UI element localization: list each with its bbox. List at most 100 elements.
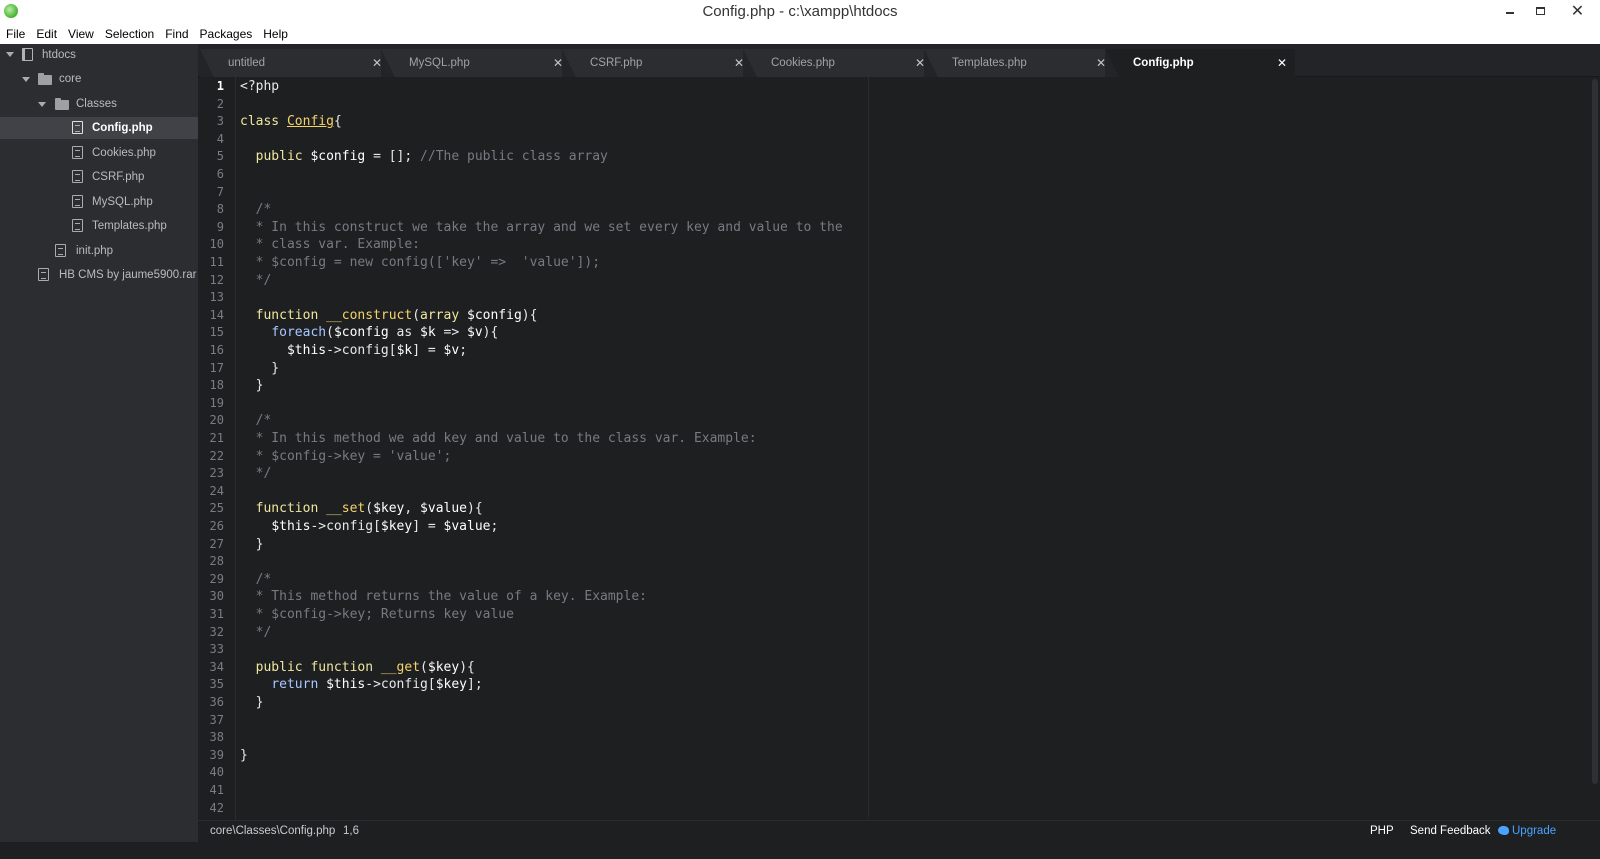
close-icon[interactable]: ✕ — [1277, 56, 1287, 70]
code-token: function — [310, 659, 381, 675]
line-number: 30 — [209, 589, 224, 604]
close-window-button[interactable]: ✕ — [1555, 0, 1600, 22]
tree-item-archive[interactable]: HB CMS by jaume5900.rar — [0, 264, 198, 286]
code-token: __set — [326, 501, 366, 517]
menu-packages[interactable]: Packages — [200, 27, 253, 41]
tab-mysql-php[interactable]: MySQL.php ✕ — [381, 49, 571, 77]
chevron-down-icon — [6, 52, 14, 57]
tab-label: Config.php — [1133, 57, 1194, 69]
line-number: 42 — [209, 800, 224, 815]
tree-item-cookies-php[interactable]: Cookies.php — [0, 142, 198, 164]
tree-item-init-php[interactable]: init.php — [0, 240, 198, 262]
line-number: 40 — [209, 765, 224, 780]
code-token: $key — [380, 519, 413, 534]
minimize-button[interactable] — [1495, 0, 1525, 22]
code-token: * This method returns the value of a key… — [240, 589, 647, 605]
line-number: 18 — [209, 378, 224, 393]
restore-icon — [1535, 7, 1545, 15]
menu-help[interactable]: Help — [263, 27, 288, 41]
code-token: ] = — [412, 519, 444, 534]
line-number: 22 — [209, 448, 224, 463]
menu-file[interactable]: File — [6, 27, 25, 41]
tab-cookies-php[interactable]: Cookies.php ✕ — [743, 49, 933, 77]
code-editor[interactable]: 1 2 3 4 5 6 7 8 9 10 11 12 13 14 15 16 17 18 19 20 21 22 23 24 2… — [198, 77, 1600, 832]
line-number: 15 — [209, 325, 224, 340]
line-number: 16 — [209, 343, 224, 357]
code-line: /* — [240, 571, 272, 589]
tree-item-core[interactable]: core — [0, 68, 198, 90]
line-number: 17 — [209, 360, 224, 375]
line-number: 36 — [209, 695, 224, 709]
code-line: * class var. Example: — [240, 236, 420, 254]
bottom-strip — [0, 842, 1600, 859]
title-bar: Config.php - c:\xampp\htdocs ✕ — [0, 0, 1600, 24]
code-token: => — [435, 325, 468, 341]
tree-item-htdocs[interactable]: htdocs — [0, 44, 198, 66]
code-token: function — [255, 307, 327, 323]
tree-label: core — [59, 73, 82, 85]
code-token: $value — [443, 519, 491, 534]
tree-item-classes[interactable]: Classes — [0, 93, 198, 115]
code-token: __construct — [326, 307, 413, 323]
code-token: class — [240, 114, 287, 130]
tab-untitled[interactable]: untitled ✕ — [200, 49, 390, 77]
code-token: * In this construct we take the array an… — [240, 219, 843, 235]
code-token: <?php — [240, 79, 280, 94]
restore-button[interactable] — [1525, 0, 1555, 22]
menu-edit[interactable]: Edit — [36, 27, 57, 41]
tab-bar: untitled ✕ MySQL.php ✕ CSRF.php ✕ Cookie… — [198, 44, 1600, 77]
line-number: 12 — [209, 272, 224, 287]
code-token: Config — [286, 114, 334, 130]
menu-view[interactable]: View — [68, 27, 94, 41]
tree-item-config-php[interactable]: Config.php — [0, 117, 198, 139]
line-number: 4 — [216, 131, 224, 146]
send-feedback-button[interactable]: Send Feedback — [1410, 825, 1491, 837]
tree-label: Config.php — [92, 122, 153, 134]
upgrade-bird-icon — [1498, 826, 1509, 835]
tree-item-mysql-php[interactable]: MySQL.php — [0, 191, 198, 213]
menu-find[interactable]: Find — [165, 27, 188, 41]
file-icon — [38, 268, 49, 281]
code-token: public — [255, 149, 311, 165]
code-line: * $config->key; Returns key value — [240, 606, 514, 624]
tab-label: CSRF.php — [590, 57, 643, 69]
code-token: /* — [240, 571, 272, 587]
code-token: } — [240, 378, 264, 394]
code-token: $v — [443, 343, 460, 358]
code-token: $config — [310, 149, 366, 165]
code-token: ( — [326, 325, 334, 341]
vertical-scrollbar[interactable] — [1592, 79, 1598, 784]
line-number: 6 — [216, 167, 224, 181]
code-token: array — [420, 307, 467, 323]
line-number: 3 — [216, 114, 224, 129]
tab-config-php[interactable]: Config.php ✕ — [1105, 49, 1295, 77]
code-token: //The public class array — [420, 149, 608, 165]
file-icon — [72, 146, 83, 159]
status-cursor-position[interactable]: 1,6 — [343, 825, 359, 837]
code-line: <?php — [240, 78, 279, 96]
line-number: 27 — [209, 536, 224, 551]
tab-templates-php[interactable]: Templates.php ✕ — [924, 49, 1114, 77]
menu-selection[interactable]: Selection — [105, 27, 154, 41]
code-token: * In this method we add key and value to… — [240, 431, 757, 446]
code-line: /* — [240, 201, 272, 219]
upgrade-button[interactable]: Upgrade — [1512, 825, 1556, 837]
code-token: */ — [240, 624, 272, 640]
status-language[interactable]: PHP — [1370, 825, 1394, 837]
tab-csrf-php[interactable]: CSRF.php ✕ — [562, 49, 752, 77]
code-token: return — [271, 677, 327, 693]
tree-label: Cookies.php — [92, 147, 156, 159]
line-number: 33 — [209, 642, 224, 657]
code-token: ( — [412, 307, 421, 323]
tree-item-csrf-php[interactable]: CSRF.php — [0, 166, 198, 188]
code-token: } — [240, 695, 264, 710]
line-number: 2 — [216, 96, 224, 111]
code-token: as — [388, 325, 421, 341]
tree-item-templates-php[interactable]: Templates.php — [0, 215, 198, 237]
line-number: 39 — [209, 747, 224, 762]
status-file-path[interactable]: core\Classes\Config.php — [210, 825, 335, 837]
code-line: foreach($config as $k => $v){ — [240, 324, 498, 342]
line-number: 8 — [216, 202, 224, 217]
